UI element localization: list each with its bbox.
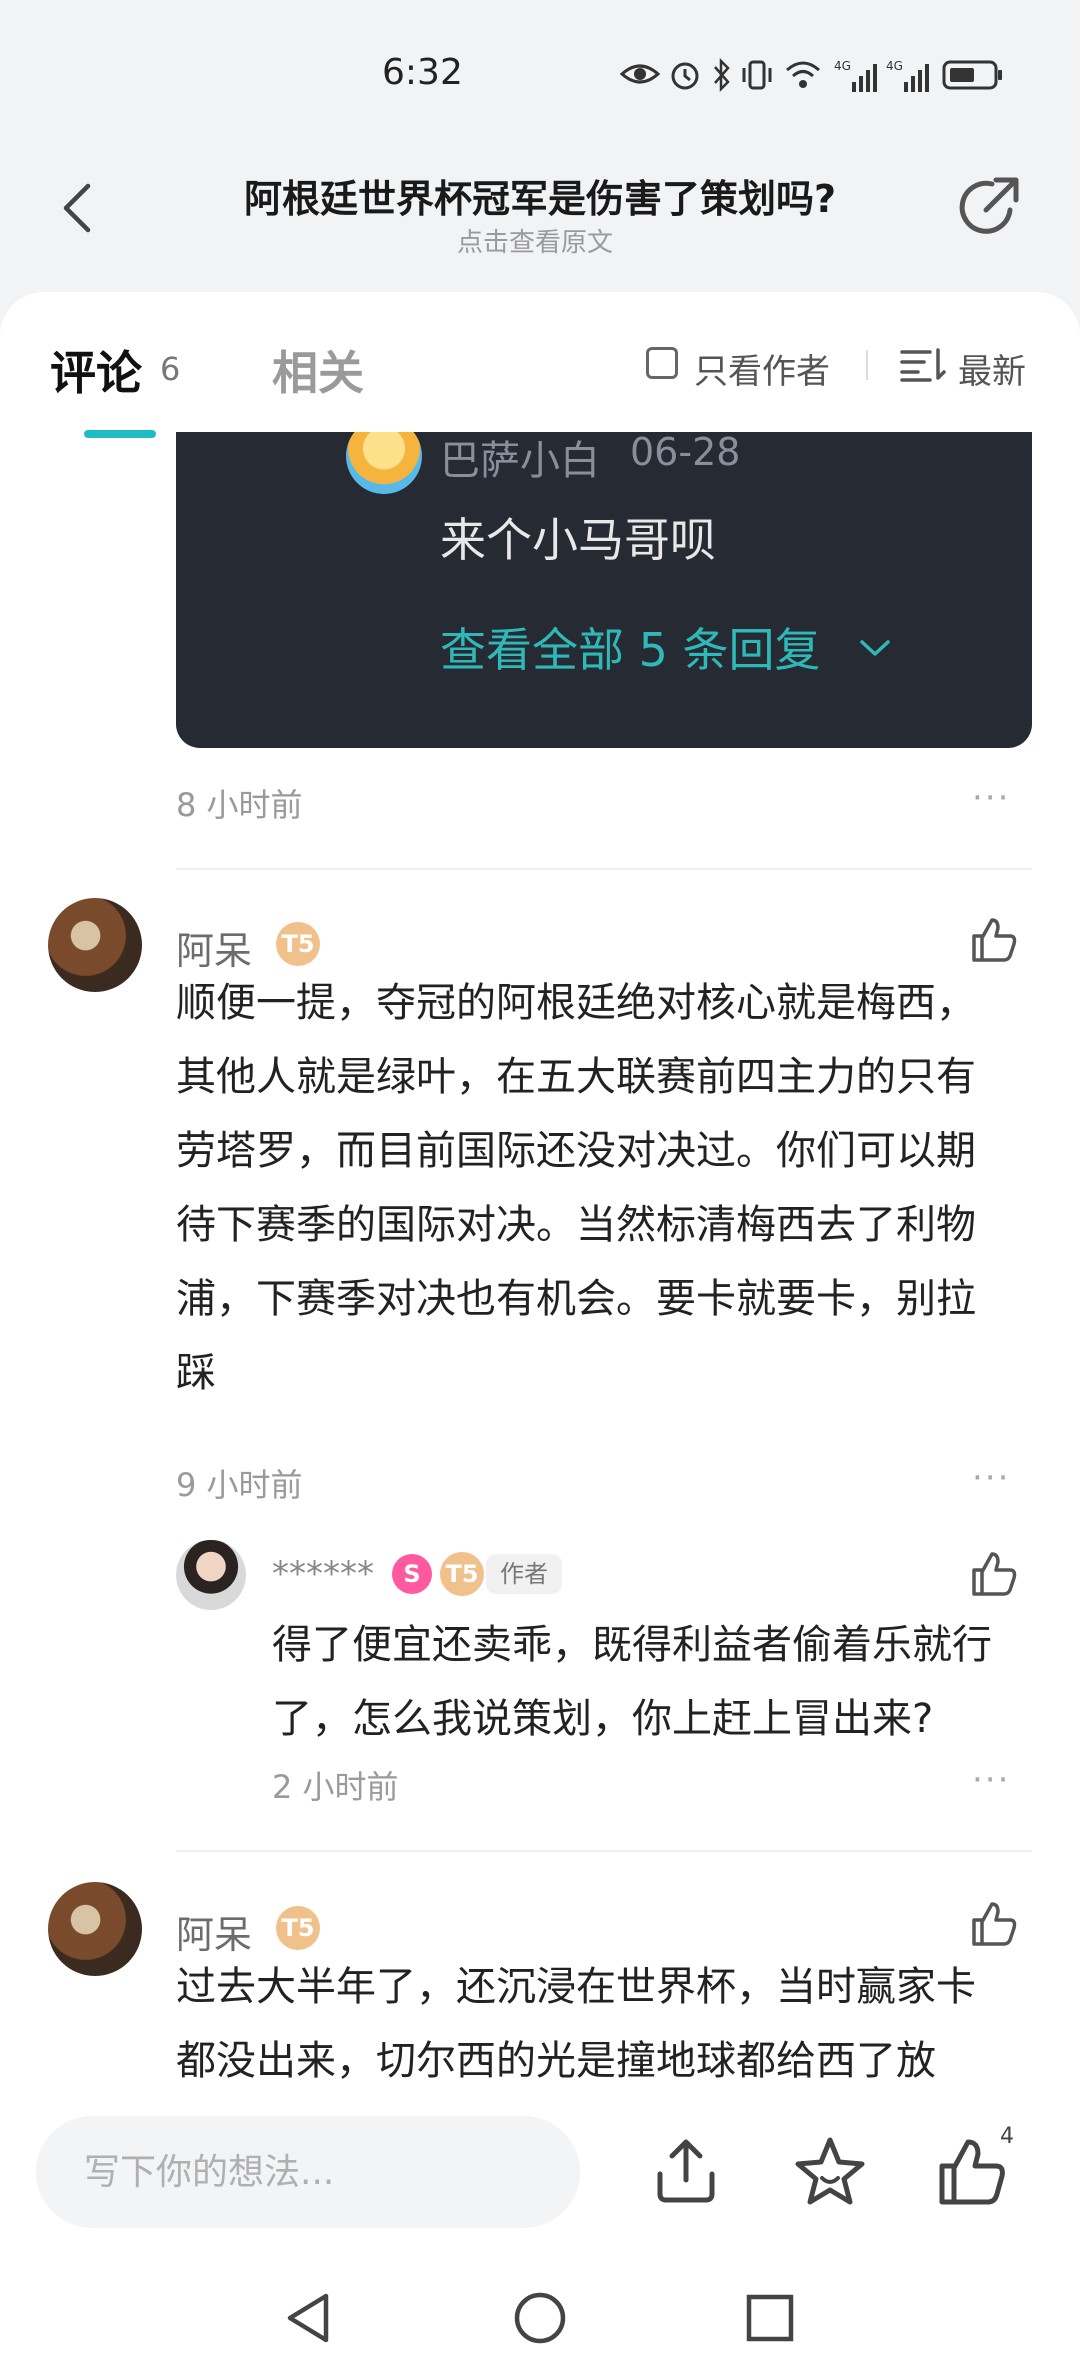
tab-related[interactable]: 相关 [272, 337, 364, 403]
reply-date: 06-28 [630, 430, 741, 474]
status-icons: 4G 4G [620, 58, 1020, 98]
reply-text: 来个小马哥呗 [440, 513, 716, 567]
more-options-icon[interactable]: ··· [972, 1760, 1010, 1800]
comment-body: 过去大半年了，还沉浸在世界杯，当时赢家卡 都没出来，切尔西的光是撞地球都给西了放 [176, 1950, 1036, 2088]
avatar[interactable] [176, 1540, 246, 1610]
reply-author-name[interactable]: ****** [272, 1554, 374, 1594]
divider [176, 868, 1032, 870]
battery-icon [942, 60, 1002, 90]
back-icon[interactable] [50, 178, 110, 238]
comment-body: 顺便一提，夺冠的阿根廷绝对核心就是梅西， 其他人就是绿叶，在五大联赛前四主力的只… [176, 966, 1036, 1410]
bottom-action-bar: 4 [0, 2088, 1080, 2260]
view-all-replies-label: 查看全部 5 条回复 [440, 623, 821, 677]
checkbox-icon[interactable] [646, 347, 678, 379]
comments-sheet: 评论 6 相关 只看作者 最新 巴萨小白 06-28 来个小马哥呗 查看全部 5… [0, 292, 1080, 2088]
wifi-icon [786, 61, 820, 88]
more-options-icon[interactable]: ··· [972, 778, 1010, 818]
comment-line: 踩 [176, 1350, 216, 1396]
tab-divider [866, 350, 868, 380]
view-all-replies-link[interactable]: 查看全部 5 条回复 [440, 614, 890, 680]
reply-line: 得了便宜还卖乖，既得利益者偷着乐就行 [272, 1622, 992, 1668]
nav-back-icon[interactable] [280, 2288, 340, 2348]
signal-4g-icon: 4G [834, 59, 877, 92]
comment-line: 顺便一提，夺冠的阿根廷绝对核心就是梅西， [176, 980, 976, 1026]
page-title: 阿根廷世界杯冠军是伤害了策划吗? [243, 177, 837, 221]
signal-4g-icon: 4G [886, 59, 929, 92]
more-options-icon[interactable]: ··· [972, 1458, 1010, 1498]
chevron-down-icon [860, 640, 890, 656]
comment-line: 待下赛季的国际对决。当然标清梅西去了利物 [176, 1202, 976, 1248]
sort-icon [900, 348, 946, 382]
comment-line: 过去大半年了，还沉浸在世界杯，当时赢家卡 [176, 1964, 976, 2010]
active-tab-indicator [84, 430, 156, 438]
level-badge: T5 [276, 922, 320, 966]
comments-count: 6 [160, 350, 181, 388]
reply-preview-card: 巴萨小白 06-28 来个小马哥呗 查看全部 5 条回复 [176, 418, 1032, 748]
comment-line: 劳塔罗，而目前国际还没对决过。你们可以期 [176, 1128, 976, 1174]
comment-line: 浦，下赛季对决也有机会。要卡就要卡，别拉 [176, 1276, 976, 1322]
top-header: 阿根廷世界杯冠军是伤害了策划吗? 点击查看原文 [0, 150, 1080, 300]
reply-author-name[interactable]: 巴萨小白 [440, 428, 600, 486]
tab-comments[interactable]: 评论 [50, 337, 142, 403]
comment-timestamp: 8 小时前 [176, 786, 303, 824]
sort-label: 最新 [958, 352, 1026, 392]
level-badge: T5 [276, 1906, 320, 1950]
svg-text:4G: 4G [886, 59, 903, 73]
like-count: 4 [1000, 2124, 1014, 2149]
like-icon[interactable] [968, 1548, 1020, 1600]
comment-timestamp: 9 小时前 [176, 1466, 303, 1504]
author-only-label: 只看作者 [694, 352, 830, 392]
vibrate-icon [742, 60, 772, 90]
reply-line: 了，怎么我说策划，你上赶上冒出来? [272, 1696, 934, 1742]
like-icon[interactable] [934, 2134, 1010, 2210]
share-upload-icon[interactable] [648, 2134, 724, 2210]
divider [176, 1850, 1032, 1852]
nav-recents-icon[interactable] [740, 2288, 800, 2348]
status-bar: 6:32 4G 4G [0, 0, 1080, 150]
favorite-star-icon[interactable] [792, 2134, 868, 2210]
tab-bar: 评论 6 相关 只看作者 最新 [0, 292, 1080, 438]
reply-body: 得了便宜还卖乖，既得利益者偷着乐就行 了，怎么我说策划，你上赶上冒出来? [272, 1608, 1032, 1756]
comment-input[interactable] [36, 2116, 580, 2228]
level-badge: T5 [440, 1552, 484, 1596]
like-icon[interactable] [968, 1898, 1020, 1950]
status-time: 6:32 [382, 52, 463, 93]
bluetooth-icon [714, 58, 730, 92]
special-badge: S [392, 1554, 432, 1594]
author-tag: 作者 [486, 1554, 562, 1594]
view-original-link[interactable]: 点击查看原文 [150, 222, 920, 259]
share-icon[interactable] [956, 172, 1024, 240]
nav-home-icon[interactable] [510, 2288, 570, 2348]
like-icon[interactable] [968, 914, 1020, 966]
avatar[interactable] [48, 898, 142, 992]
system-nav-bar [0, 2260, 1080, 2376]
eye-icon [620, 64, 660, 84]
comment-line: 都没出来，切尔西的光是撞地球都给西了放 [176, 2038, 936, 2084]
comment-line: 其他人就是绿叶，在五大联赛前四主力的只有 [176, 1054, 976, 1100]
alarm-icon [671, 62, 699, 90]
svg-text:4G: 4G [834, 59, 851, 73]
avatar[interactable] [48, 1882, 142, 1976]
reply-timestamp: 2 小时前 [272, 1768, 399, 1806]
